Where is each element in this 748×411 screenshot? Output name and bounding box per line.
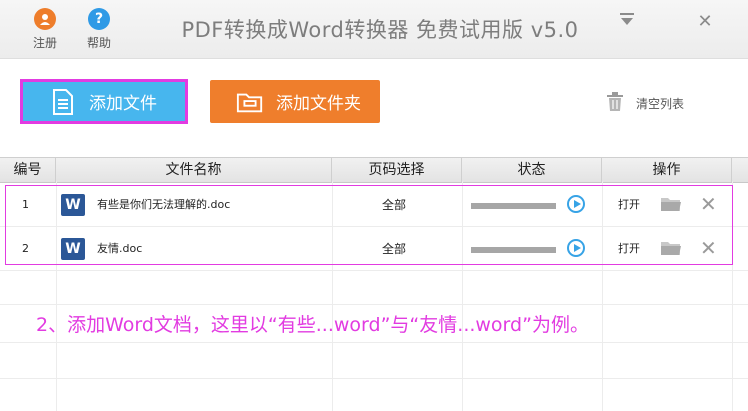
user-icon [34, 8, 56, 30]
column-header-pages: 页码选择 [332, 158, 462, 182]
help-label: 帮助 [86, 36, 111, 50]
trash-icon [606, 92, 624, 115]
register-label: 注册 [32, 36, 57, 50]
column-header-filename: 文件名称 [56, 158, 332, 182]
document-icon [49, 88, 77, 116]
add-file-button[interactable]: 添加文件 [20, 79, 188, 124]
help-icon: ? [88, 8, 110, 30]
add-folder-label: 添加文件夹 [276, 94, 361, 114]
clear-list-button[interactable]: 清空列表 [606, 92, 684, 115]
grid-line [0, 342, 748, 343]
add-file-label: 添加文件 [89, 94, 157, 114]
column-header-index: 编号 [0, 158, 56, 182]
close-window-icon[interactable]: ✕ [693, 10, 717, 34]
register-button[interactable]: 注册 [27, 8, 63, 51]
title-bar: 注册 ? 帮助 PDF转换成Word转换器 免费试用版 v5.0 ✕ [0, 0, 748, 59]
folder-icon [236, 88, 264, 116]
column-header-actions: 操作 [602, 158, 732, 182]
add-folder-button[interactable]: 添加文件夹 [210, 80, 380, 123]
minimize-icon[interactable] [615, 10, 639, 34]
clear-list-label: 清空列表 [636, 97, 685, 111]
column-header-status: 状态 [462, 158, 602, 182]
instruction-caption: 2、添加Word文档，这里以“有些...word”与“友情...word”为例。 [36, 314, 589, 336]
help-button[interactable]: ? 帮助 [81, 8, 117, 51]
rows-highlight-box [5, 185, 733, 265]
table-header: 编号 文件名称 页码选择 状态 操作 [0, 157, 748, 183]
window-title: PDF转换成Word转换器 免费试用版 v5.0 [181, 18, 579, 42]
grid-line [0, 270, 748, 271]
grid-line [0, 378, 748, 379]
grid-line [0, 304, 748, 305]
